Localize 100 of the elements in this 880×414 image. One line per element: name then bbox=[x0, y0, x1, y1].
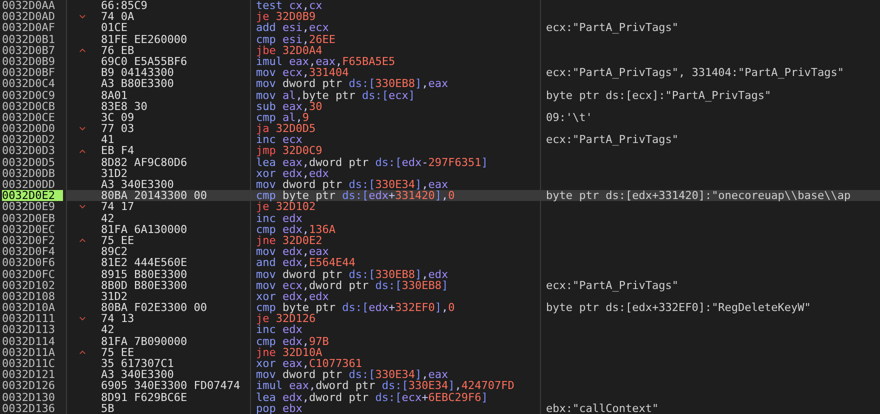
instruction-cell: imul eax,dword ptr ds:[330E34],424707FD bbox=[256, 379, 514, 392]
disassembly-row[interactable]: 0032D0CB 83E8 30 sub eax,30 bbox=[0, 100, 880, 112]
disassembly-row[interactable]: 0032D0D0 77 03 ja 32D0D5 bbox=[0, 123, 880, 134]
instruction-cell: je 32D102 bbox=[256, 200, 316, 214]
bytes-cell: 75 EE bbox=[101, 346, 134, 358]
address-cell: 0032D0E9 bbox=[2, 200, 55, 214]
address-cell: 0032D10A bbox=[2, 301, 55, 314]
disassembly-row[interactable]: 0032D11C 35 617307C1 xor eax,C1077361 bbox=[0, 358, 880, 370]
disassembly-row[interactable]: 0032D0C4 A3 B80E3300 mov dword ptr ds:[330EB8],eax bbox=[0, 78, 880, 90]
instruction-cell: jbe 32D0A4 bbox=[256, 44, 322, 57]
bytes-cell: 42 bbox=[101, 324, 114, 336]
disassembly-row[interactable]: 0032D11A 75 EE jne 32D10A bbox=[0, 346, 880, 358]
disassembly-row[interactable]: 0032D113 42 inc edx bbox=[0, 324, 880, 336]
disassembly-row[interactable]: 0032D0AF 01CE add esi,ecx ecx:"PartA_PrivTags" bbox=[0, 22, 880, 34]
address-cell: 0032D0CB bbox=[2, 100, 55, 113]
disassembly-row[interactable]: 0032D114 81FA 7B090000 cmp edx,97B bbox=[0, 336, 880, 347]
disassembly-row[interactable]: 0032D0F2 75 EE jne 32D0E2 bbox=[0, 234, 880, 246]
instruction-cell: lea edx,dword ptr ds:[ecx+6EBC29F6] bbox=[256, 390, 488, 404]
disassembly-row[interactable]: 0032D0D3 EB F4 jmp 32D0C9 bbox=[0, 145, 880, 157]
address-cell: 0032D0AF bbox=[2, 21, 55, 34]
address-cell: 0032D0AD bbox=[2, 10, 55, 24]
bytes-cell: EB F4 bbox=[101, 145, 134, 157]
disassembly-row[interactable]: 0032D0D2 41 inc ecx ecx:"PartA_PrivTags" bbox=[0, 134, 880, 146]
disassembly-row[interactable]: 0032D10A 80BA F02E3300 00 cmp byte ptr ds:[edx+332EF0],0 byte ptr ds:[edx+332EF0]:"RegDeleteKeyW" bbox=[0, 302, 880, 314]
instruction-cell: lea eax,dword ptr ds:[edx-297F6351] bbox=[256, 156, 488, 169]
instruction-cell: ja 32D0D5 bbox=[256, 122, 316, 136]
address-cell: 0032D121 bbox=[2, 368, 55, 382]
bytes-cell: 76 EB bbox=[101, 44, 134, 56]
disassembly-row[interactable]: 0032D0FC 8915 B80E3300 mov dword ptr ds:[330EB8],edx bbox=[0, 268, 880, 280]
disassembly-row[interactable]: 0032D0B1 81FE EE260000 cmp esi,26EE bbox=[0, 34, 880, 45]
address-cell: 0032D0AA bbox=[2, 0, 55, 12]
disassembly-row[interactable]: 0032D121 A3 340E3300 mov dword ptr ds:[330E34],eax bbox=[0, 369, 880, 380]
comment-cell: byte ptr ds:[edx+332EF0]:"RegDeleteKeyW" bbox=[546, 301, 811, 314]
disassembly-row[interactable]: 0032D0B7 76 EB jbe 32D0A4 bbox=[0, 44, 880, 56]
disassembly-row[interactable]: 0032D0D5 8D82 AF9C80D6 lea eax,dword ptr ds:[edx-297F6351] bbox=[0, 156, 880, 168]
instruction-cell: mov ecx,dword ptr ds:[330EB8] bbox=[256, 278, 448, 292]
instruction-cell: xor edx,edx bbox=[256, 166, 329, 180]
bytes-cell: 77 03 bbox=[101, 123, 134, 134]
disassembly-row[interactable]: 0032D0C9 8A01 mov al,byte ptr ds:[ecx] byte ptr ds:[ecx]:"PartA_PrivTags" bbox=[0, 90, 880, 101]
disassembly-row[interactable]: 0032D111 74 13 je 32D126 bbox=[0, 313, 880, 324]
disassembly-row[interactable]: 0032D0E2 80BA 20143300 00 cmp byte ptr ds:[edx+331420],0 byte ptr ds:[edx+331420]:"onecoreuap\\base\\ap bbox=[0, 190, 880, 202]
address-cell: 0032D0B7 bbox=[2, 44, 55, 57]
disassembly-row[interactable]: 0032D0F6 81E2 444E560E and edx,E564E44 bbox=[0, 257, 880, 268]
instruction-cell: xor edx,edx bbox=[256, 290, 329, 303]
bytes-cell: 8D82 AF9C80D6 bbox=[101, 156, 188, 168]
instruction-cell: add esi,ecx bbox=[256, 21, 329, 34]
disassembly-row[interactable]: 0032D130 8D91 F629BC6E lea edx,dword ptr ds:[ecx+6EBC29F6] bbox=[0, 392, 880, 403]
disassembly-row[interactable]: 0032D126 6905 340E3300 FD07474 imul eax,dword ptr ds:[330E34],424707FD bbox=[0, 380, 880, 392]
bytes-cell: A3 340E3300 bbox=[101, 179, 174, 190]
disassembly-row[interactable]: 0032D0CE 3C 09 cmp al,9 09:'\t' bbox=[0, 112, 880, 124]
instruction-cell: jmp 32D0C9 bbox=[256, 144, 322, 158]
address-cell: 0032D0D0 bbox=[2, 122, 55, 136]
disassembly-row[interactable]: 0032D0F4 89C2 mov edx,eax bbox=[0, 246, 880, 258]
instruction-cell: je 32D126 bbox=[256, 312, 316, 326]
instruction-cell: inc edx bbox=[256, 212, 302, 225]
address-cell: 0032D11A bbox=[2, 346, 55, 359]
address-cell: 0032D0B9 bbox=[2, 54, 55, 68]
address-cell: 0032D0EC bbox=[2, 222, 55, 236]
address-cell: 0032D0E2 bbox=[2, 190, 63, 202]
address-cell: 0032D0D3 bbox=[2, 144, 55, 158]
address-cell: 0032D108 bbox=[2, 290, 55, 303]
instruction-cell: mov dword ptr ds:[330E34],eax bbox=[256, 368, 448, 382]
bytes-cell: 3C 09 bbox=[101, 112, 134, 124]
address-cell: 0032D0DB bbox=[2, 166, 55, 180]
address-cell: 0032D0B1 bbox=[2, 32, 55, 46]
address-cell: 0032D114 bbox=[2, 334, 55, 348]
bytes-cell: 80BA 20143300 00 bbox=[101, 190, 207, 202]
address-cell: 0032D113 bbox=[2, 323, 55, 336]
bytes-cell: 01CE bbox=[101, 22, 128, 34]
disassembly-row[interactable]: 0032D136 5B pop ebx ebx:"callContext" bbox=[0, 402, 880, 414]
disassembly-row[interactable]: 0032D0E9 74 17 je 32D102 bbox=[0, 201, 880, 213]
comment-cell: ecx:"PartA_PrivTags" bbox=[546, 21, 678, 34]
bytes-cell: A3 340E3300 bbox=[101, 369, 174, 380]
bytes-cell: 31D2 bbox=[101, 290, 128, 302]
bytes-cell: 8A01 bbox=[101, 90, 128, 101]
bytes-cell: 81FA 7B090000 bbox=[101, 336, 188, 347]
disassembly-row[interactable]: 0032D0BF B9 04143300 mov ecx,331404 ecx:"PartA_PrivTags", 331404:"PartA_PrivTags" bbox=[0, 67, 880, 78]
bytes-cell: 83E8 30 bbox=[101, 100, 148, 112]
address-cell: 0032D126 bbox=[2, 379, 55, 392]
instruction-cell: je 32D0B9 bbox=[256, 10, 316, 24]
bytes-cell: 31D2 bbox=[101, 168, 128, 179]
comment-cell: 09:'\t' bbox=[546, 110, 592, 124]
disassembly-row[interactable]: 0032D0EC 81FA 6A130000 cmp edx,136A bbox=[0, 224, 880, 235]
address-cell: 0032D0F4 bbox=[2, 245, 55, 258]
address-cell: 0032D0D2 bbox=[2, 133, 55, 146]
disassembly-row[interactable]: 0032D102 8B0D B80E3300 mov ecx,dword ptr ds:[330EB8] ecx:"PartA_PrivTags" bbox=[0, 280, 880, 291]
instruction-cell: cmp edx,136A bbox=[256, 222, 336, 236]
disassembly-row[interactable]: 0032D0EB 42 inc edx bbox=[0, 212, 880, 224]
bytes-cell: A3 B80E3300 bbox=[101, 78, 174, 90]
instruction-cell: test cx,cx bbox=[256, 0, 322, 12]
instruction-cell: mov dword ptr ds:[330EB8],eax bbox=[256, 77, 448, 90]
instruction-cell: pop ebx bbox=[256, 402, 302, 414]
comment-cell: ecx:"PartA_PrivTags" bbox=[546, 133, 678, 146]
disassembly-row[interactable]: 0032D0AD 74 0A je 32D0B9 bbox=[0, 11, 880, 22]
address-cell: 0032D0F6 bbox=[2, 256, 55, 270]
bytes-cell: 69C0 E5A55BF6 bbox=[101, 56, 188, 68]
instruction-cell: inc edx bbox=[256, 323, 302, 336]
comment-cell: ecx:"PartA_PrivTags", 331404:"PartA_PrivTags" bbox=[546, 66, 844, 80]
instruction-cell: mov ecx,331404 bbox=[256, 66, 349, 80]
bytes-cell: 5B bbox=[101, 402, 114, 414]
